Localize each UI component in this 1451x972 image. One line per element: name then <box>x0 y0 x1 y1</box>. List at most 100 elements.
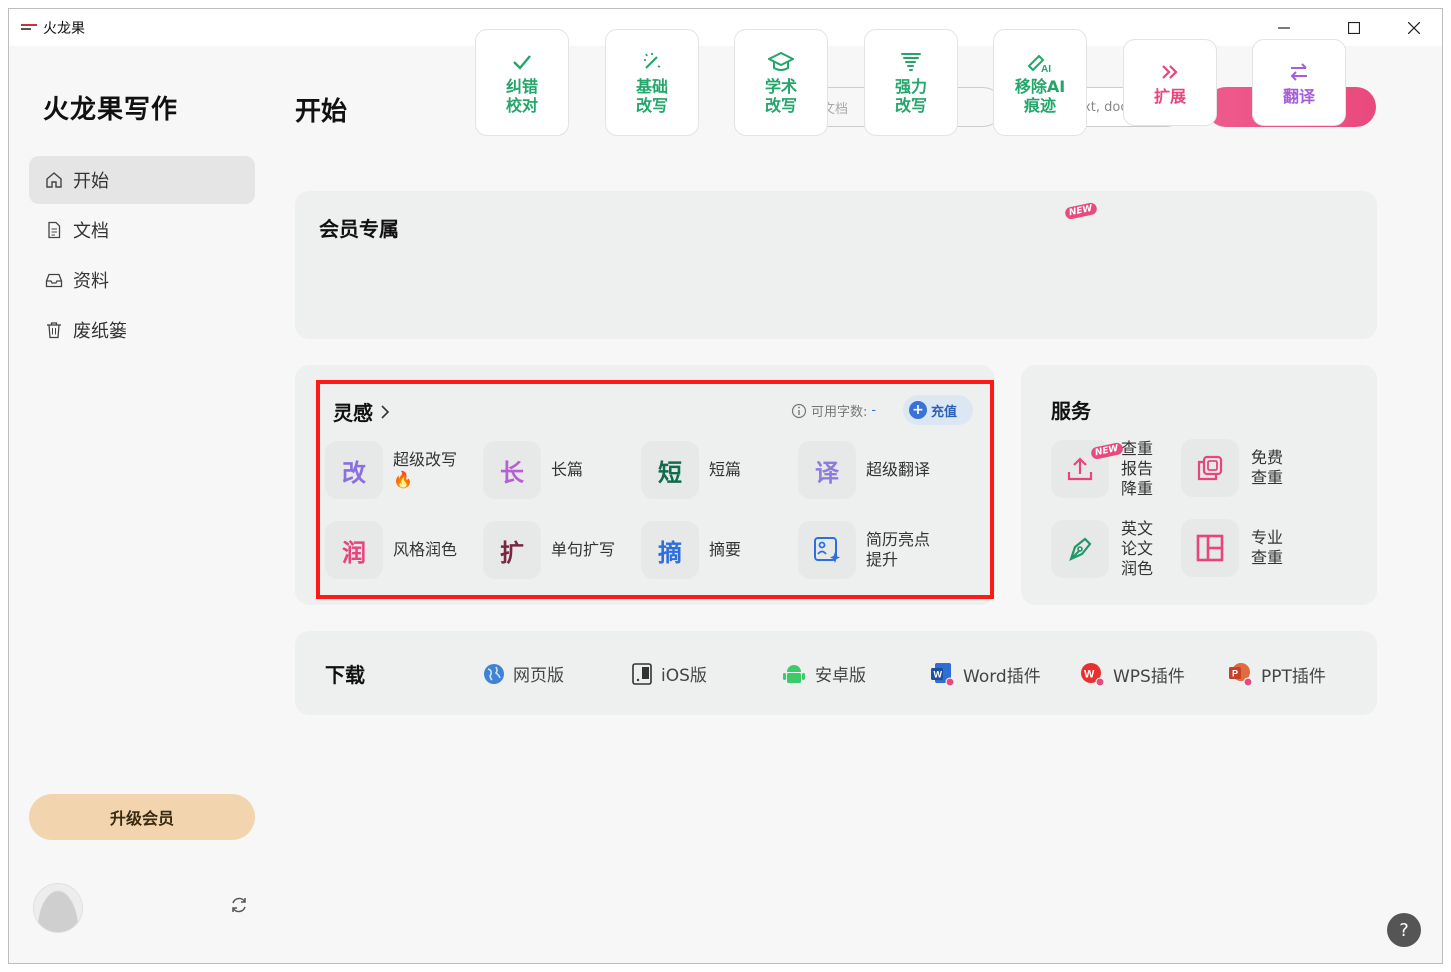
globe-icon <box>484 663 504 684</box>
long-form-item[interactable]: 长 长篇 <box>483 441 583 499</box>
tool-label: 改写 <box>764 96 797 115</box>
svg-text:P: P <box>1232 669 1238 679</box>
app-logo: 火龙果写作 <box>43 95 179 125</box>
close-button[interactable] <box>1385 9 1443 46</box>
tile-label: 单句扩写 <box>551 540 616 559</box>
ai-remove-icon: AI <box>1027 54 1051 74</box>
professional-check-item[interactable]: 专业 查重 <box>1181 519 1291 577</box>
free-check-item[interactable]: 免费 查重 <box>1181 439 1291 497</box>
download-word-plugin[interactable]: W Word插件 <box>929 661 1041 687</box>
tornado-icon <box>901 53 921 71</box>
download-ios[interactable]: iOS版 <box>631 661 707 686</box>
short-form-icon: 短 <box>641 441 699 499</box>
tile-label: 超级翻译 <box>866 460 931 479</box>
sidebar-item-materials[interactable]: 资料 <box>29 256 255 304</box>
layout-icon <box>1181 519 1239 577</box>
sidebar-item-docs[interactable]: 文档 <box>29 206 255 254</box>
graduation-cap-icon <box>768 51 794 71</box>
word-quota: 可用字数: - <box>791 401 876 420</box>
tile-label: 专业 查重 <box>1251 528 1284 567</box>
resume-sparkle-icon <box>798 521 856 579</box>
title-bar: 火龙果 <box>9 9 1442 46</box>
app-icon <box>21 24 37 31</box>
plus-icon: + <box>909 401 927 419</box>
chevron-right-icon <box>381 404 390 419</box>
strong-rewrite-button[interactable]: 强力 改写 <box>864 29 958 136</box>
basic-rewrite-button[interactable]: 基础 改写 <box>605 29 699 136</box>
upgrade-button[interactable]: 升级会员 <box>29 794 255 840</box>
download-label: Word插件 <box>963 666 1041 687</box>
svg-text:AI: AI <box>1041 64 1051 74</box>
super-translate-item[interactable]: 译 超级翻译 <box>798 441 930 499</box>
trash-icon <box>47 322 61 339</box>
super-rewrite-item[interactable]: 改 超级改写 🔥 <box>325 441 457 499</box>
tool-label: 扩展 <box>1153 86 1186 106</box>
tool-label: 翻译 <box>1282 86 1315 106</box>
sentence-expand-item[interactable]: 扩 单句扩写 <box>483 521 615 579</box>
close-icon <box>1408 21 1420 34</box>
inspiration-title-text: 灵感 <box>333 401 373 425</box>
swap-arrows-icon <box>1290 62 1307 81</box>
recharge-button[interactable]: + 充值 <box>903 395 973 425</box>
tile-label: 免费 查重 <box>1251 448 1284 487</box>
help-button[interactable]: ? <box>1387 913 1421 947</box>
download-wps-plugin[interactable]: W WPS插件 <box>1079 661 1185 687</box>
minimize-icon <box>1278 26 1290 29</box>
window-title: 火龙果 <box>43 21 85 37</box>
quota-label: 可用字数: <box>811 405 868 420</box>
sync-button[interactable] <box>229 895 249 919</box>
download-web[interactable]: 网页版 <box>483 661 564 686</box>
page-title: 开始 <box>295 97 348 127</box>
home-icon <box>46 172 62 188</box>
resume-highlight-item[interactable]: 简历亮点 提升 <box>798 521 930 579</box>
members-title: 会员专属 <box>319 217 399 241</box>
english-paper-polish-item[interactable]: 英文 论文 润色 <box>1051 519 1161 579</box>
download-label: WPS插件 <box>1113 666 1185 687</box>
download-label: PPT插件 <box>1261 666 1326 687</box>
tile-label: 摘要 <box>709 540 742 559</box>
summary-item[interactable]: 摘 摘要 <box>641 521 741 579</box>
tool-label: 改写 <box>635 96 668 115</box>
downloads-title: 下载 <box>325 663 365 687</box>
download-android[interactable]: 安卓版 <box>781 661 866 686</box>
svg-text:W: W <box>934 670 943 680</box>
tool-label: 纠错 <box>505 77 538 96</box>
translate-button[interactable]: 翻译 <box>1252 39 1346 126</box>
download-label: 安卓版 <box>815 666 866 686</box>
word-icon: W <box>931 663 955 687</box>
sidebar-item-label: 资料 <box>73 271 109 292</box>
avatar[interactable] <box>33 883 83 933</box>
inbox-icon <box>45 273 63 288</box>
sidebar-item-start[interactable]: 开始 <box>29 156 255 204</box>
expand-glyph-icon: 扩 <box>483 521 541 579</box>
info-icon <box>791 403 807 418</box>
wps-icon: W <box>1081 663 1105 687</box>
remove-ai-trace-button[interactable]: AI 移除AI 痕迹 <box>993 29 1087 136</box>
academic-rewrite-button[interactable]: 学术 改写 <box>734 29 828 136</box>
android-icon <box>783 664 805 683</box>
inspiration-title[interactable]: 灵感 <box>333 397 393 426</box>
tool-label: 学术 <box>764 77 797 96</box>
short-form-item[interactable]: 短 短篇 <box>641 441 741 499</box>
proofread-button[interactable]: 纠错 校对 <box>475 29 569 136</box>
app-window: 火龙果 火龙果写作 开始 文档 资料 废纸篓 升级会员 开始 搜索文档 <box>8 8 1443 964</box>
tile-label: 风格润色 <box>393 540 458 559</box>
download-ppt-plugin[interactable]: P PPT插件 <box>1227 661 1326 687</box>
phone-icon <box>632 662 652 685</box>
double-chevron-icon <box>1162 64 1178 79</box>
document-icon <box>48 221 61 239</box>
sidebar-item-label: 废纸篓 <box>73 321 127 342</box>
tool-label: 痕迹 <box>1023 96 1056 115</box>
polish-icon: 润 <box>325 521 383 579</box>
sidebar-item-trash[interactable]: 废纸篓 <box>29 306 255 354</box>
tile-label: 简历亮点 提升 <box>866 530 931 569</box>
long-form-icon: 长 <box>483 441 541 499</box>
style-polish-item[interactable]: 润 风格润色 <box>325 521 457 579</box>
expand-button[interactable]: 扩展 <box>1123 39 1217 126</box>
translate-glyph-icon: 译 <box>798 441 856 499</box>
tool-label: 强力 <box>894 77 927 96</box>
tool-label: 校对 <box>505 96 538 115</box>
check-icon <box>513 55 531 70</box>
tile-label: 长篇 <box>551 460 584 479</box>
tool-label: 改写 <box>894 96 927 115</box>
